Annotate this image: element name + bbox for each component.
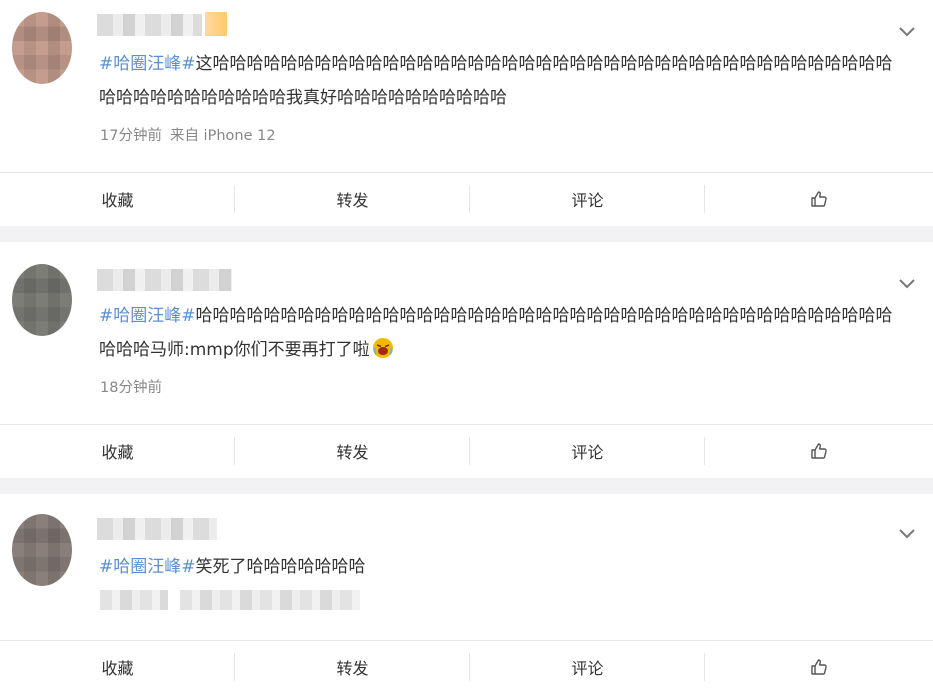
action-bar: 收藏 转发 评论 (0, 640, 933, 693)
post-meta-blurred (100, 590, 168, 610)
vip-badge-icon (205, 12, 227, 36)
crying-laughing-face-icon (372, 337, 394, 359)
weibo-post: #哈圈汪峰#笑死了哈哈哈哈哈哈哈 收藏 转发 评论 (0, 494, 933, 698)
topic-link[interactable]: #哈圈汪峰# (99, 54, 196, 74)
comment-label: 评论 (571, 659, 604, 678)
chevron-down-icon[interactable] (896, 522, 918, 544)
post-text: 笑死了哈哈哈哈哈哈哈 (195, 557, 366, 577)
post-content: #哈圈汪峰#笑死了哈哈哈哈哈哈哈 (99, 550, 899, 584)
weibo-post: #哈圈汪峰#这哈哈哈哈哈哈哈哈哈哈哈哈哈哈哈哈哈哈哈哈哈哈哈哈哈哈哈哈哈哈哈哈哈… (0, 0, 933, 226)
repost-label: 转发 (336, 191, 369, 210)
action-bar: 收藏 转发 评论 (0, 172, 933, 225)
like-button[interactable] (705, 641, 933, 693)
avatar[interactable] (12, 264, 72, 336)
post-source: 来自 iPhone 12 (169, 128, 276, 144)
comment-label: 评论 (571, 191, 604, 210)
username-blurred[interactable] (97, 269, 232, 291)
repost-button[interactable]: 转发 (235, 641, 470, 693)
post-text: 哈哈哈哈哈哈哈哈哈哈哈哈哈哈哈哈哈哈哈哈哈哈哈哈哈哈哈哈哈哈哈哈哈哈哈哈哈哈哈哈… (99, 306, 893, 360)
post-time[interactable]: 17分钟前 (100, 128, 162, 144)
comment-label: 评论 (571, 443, 604, 462)
avatar[interactable] (12, 12, 72, 84)
action-bar: 收藏 转发 评论 (0, 424, 933, 477)
favorite-label: 收藏 (101, 659, 134, 678)
post-content: #哈圈汪峰#哈哈哈哈哈哈哈哈哈哈哈哈哈哈哈哈哈哈哈哈哈哈哈哈哈哈哈哈哈哈哈哈哈哈… (99, 299, 899, 367)
post-meta: 17分钟前 来自 iPhone 12 (100, 124, 276, 145)
username-blurred[interactable] (97, 14, 202, 36)
post-time[interactable]: 18分钟前 (100, 380, 162, 396)
favorite-button[interactable]: 收藏 (0, 173, 235, 225)
repost-label: 转发 (336, 659, 369, 678)
post-text: 这哈哈哈哈哈哈哈哈哈哈哈哈哈哈哈哈哈哈哈哈哈哈哈哈哈哈哈哈哈哈哈哈哈哈哈哈哈哈哈… (99, 54, 893, 108)
chevron-down-icon[interactable] (896, 20, 918, 42)
thumbs-up-icon (809, 189, 829, 209)
thumbs-up-icon (809, 657, 829, 677)
chevron-down-icon[interactable] (896, 272, 918, 294)
repost-button[interactable]: 转发 (235, 173, 470, 225)
repost-label: 转发 (336, 443, 369, 462)
like-button[interactable] (705, 425, 933, 477)
weibo-post: #哈圈汪峰#哈哈哈哈哈哈哈哈哈哈哈哈哈哈哈哈哈哈哈哈哈哈哈哈哈哈哈哈哈哈哈哈哈哈… (0, 242, 933, 478)
post-content: #哈圈汪峰#这哈哈哈哈哈哈哈哈哈哈哈哈哈哈哈哈哈哈哈哈哈哈哈哈哈哈哈哈哈哈哈哈哈… (99, 47, 899, 115)
favorite-button[interactable]: 收藏 (0, 641, 235, 693)
post-meta-blurred (180, 590, 360, 610)
favorite-button[interactable]: 收藏 (0, 425, 235, 477)
post-meta: 18分钟前 (100, 376, 162, 397)
repost-button[interactable]: 转发 (235, 425, 470, 477)
topic-link[interactable]: #哈圈汪峰# (99, 306, 196, 326)
like-button[interactable] (705, 173, 933, 225)
favorite-label: 收藏 (101, 443, 134, 462)
username-blurred[interactable] (97, 518, 217, 540)
favorite-label: 收藏 (101, 191, 134, 210)
avatar[interactable] (12, 514, 72, 586)
thumbs-up-icon (809, 441, 829, 461)
comment-button[interactable]: 评论 (470, 425, 705, 477)
comment-button[interactable]: 评论 (470, 173, 705, 225)
topic-link[interactable]: #哈圈汪峰# (99, 557, 196, 577)
comment-button[interactable]: 评论 (470, 641, 705, 693)
